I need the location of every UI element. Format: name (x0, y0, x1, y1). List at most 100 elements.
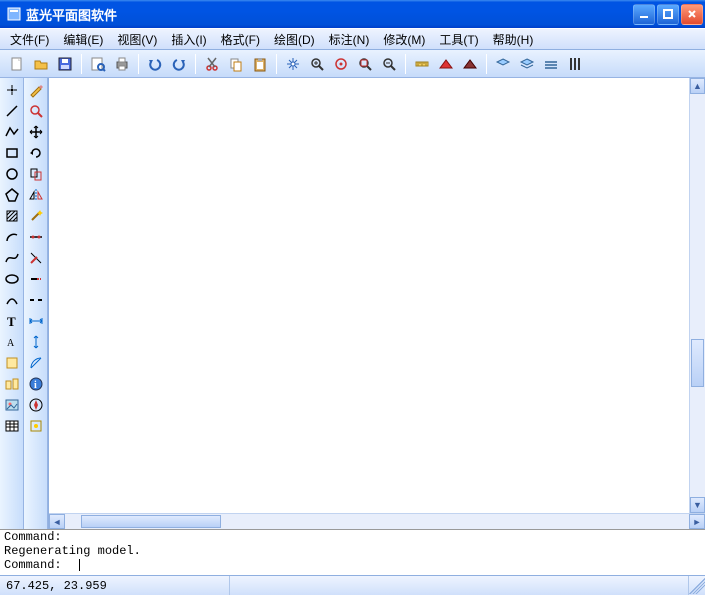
toolbar-separator (81, 54, 82, 74)
hatch-icon (4, 208, 20, 224)
move-button[interactable] (26, 122, 46, 142)
divide-button[interactable] (26, 227, 46, 247)
scroll-left-icon[interactable]: ◄ (49, 514, 65, 529)
menu-help[interactable]: 帮助(H) (487, 29, 540, 50)
point-button[interactable] (2, 80, 22, 100)
command-cursor (79, 559, 80, 571)
ellipse-icon (4, 271, 20, 287)
hscroll-thumb[interactable] (81, 515, 221, 528)
menu-edit[interactable]: 编辑(E) (57, 29, 109, 50)
copy2-button[interactable] (26, 164, 46, 184)
dim-dark-button[interactable] (459, 53, 481, 75)
paste-button[interactable] (249, 53, 271, 75)
break-button[interactable] (26, 290, 46, 310)
circle-button[interactable] (2, 164, 22, 184)
menu-view[interactable]: 视图(V) (111, 29, 163, 50)
toolbar-separator (138, 54, 139, 74)
line-button[interactable] (2, 101, 22, 121)
wand-button[interactable] (26, 206, 46, 226)
zoom-out-button[interactable] (378, 53, 400, 75)
pencil-button[interactable] (26, 80, 46, 100)
zoom-in-button[interactable] (306, 53, 328, 75)
copy-button[interactable] (225, 53, 247, 75)
image-button[interactable] (2, 395, 22, 415)
menu-tools[interactable]: 工具(T) (433, 29, 484, 50)
table-button[interactable] (2, 416, 22, 436)
horizontal-scrollbar[interactable]: ◄ ► (49, 513, 705, 529)
close-button[interactable] (681, 4, 703, 25)
vscroll-thumb[interactable] (691, 339, 704, 387)
layer2-button[interactable] (516, 53, 538, 75)
wand-icon (28, 208, 44, 224)
vertical-scrollbar[interactable]: ▲ ▼ (689, 78, 705, 513)
menu-file[interactable]: 文件(F) (4, 29, 55, 50)
menu-dim[interactable]: 标注(N) (323, 29, 376, 50)
scroll-up-icon[interactable]: ▲ (690, 78, 705, 94)
menu-draw[interactable]: 绘图(D) (268, 29, 321, 50)
maximize-button[interactable] (657, 4, 679, 25)
point-icon (4, 82, 20, 98)
rect-icon (4, 145, 20, 161)
hatch-button[interactable] (2, 206, 22, 226)
print-preview-button[interactable] (87, 53, 109, 75)
trim-icon (28, 250, 44, 266)
zoom-extents-button[interactable] (330, 53, 352, 75)
command-area[interactable]: Command: Regenerating model. Command: (0, 529, 705, 575)
new-button[interactable] (6, 53, 28, 75)
scroll-down-icon[interactable]: ▼ (690, 497, 705, 513)
spline-button[interactable] (2, 248, 22, 268)
column-button[interactable] (564, 53, 586, 75)
snap-button[interactable] (26, 416, 46, 436)
polygon-button[interactable] (2, 185, 22, 205)
compass-button[interactable] (26, 395, 46, 415)
region-button[interactable] (2, 353, 22, 373)
text-big-button[interactable]: T (2, 311, 22, 331)
rect-button[interactable] (2, 143, 22, 163)
measure-button[interactable] (411, 53, 433, 75)
menu-format[interactable]: 格式(F) (215, 29, 266, 50)
magnify-button[interactable] (26, 101, 46, 121)
region-icon (4, 355, 20, 371)
dim-red-button[interactable] (435, 53, 457, 75)
pencil-icon (28, 82, 44, 98)
arc-button[interactable] (2, 227, 22, 247)
layer3-button[interactable] (540, 53, 562, 75)
minimize-button[interactable] (633, 4, 655, 25)
resize-grip-icon[interactable] (689, 578, 705, 594)
rotate-button[interactable] (26, 143, 46, 163)
status-coordinates: 67.425, 23.959 (0, 576, 230, 595)
curve-button[interactable] (2, 290, 22, 310)
polyline-button[interactable] (2, 122, 22, 142)
text-small-button[interactable]: A (2, 332, 22, 352)
dimension-h-button[interactable] (26, 311, 46, 331)
dimension-v-button[interactable] (26, 332, 46, 352)
redo-icon (171, 56, 187, 72)
layer3-icon (543, 56, 559, 72)
trim-button[interactable] (26, 248, 46, 268)
image-icon (4, 397, 20, 413)
redo-button[interactable] (168, 53, 190, 75)
open-button[interactable] (30, 53, 52, 75)
undo-button[interactable] (144, 53, 166, 75)
command-prompt: Command: (4, 558, 62, 572)
info-button[interactable]: i (26, 374, 46, 394)
cut-button[interactable] (201, 53, 223, 75)
dimension-a-button[interactable] (26, 353, 46, 373)
ellipse-button[interactable] (2, 269, 22, 289)
zoom-window-button[interactable] (354, 53, 376, 75)
print-button[interactable] (111, 53, 133, 75)
save-button[interactable] (54, 53, 76, 75)
drawing-canvas[interactable]: ▲ ▼ (49, 78, 705, 513)
extend-button[interactable] (26, 269, 46, 289)
block-button[interactable] (2, 374, 22, 394)
text-small-icon: A (4, 334, 20, 350)
layer1-button[interactable] (492, 53, 514, 75)
mirror-button[interactable] (26, 185, 46, 205)
paste-icon (252, 56, 268, 72)
statusbar: 67.425, 23.959 (0, 575, 705, 595)
menu-insert[interactable]: 插入(I) (165, 29, 212, 50)
snap-icon (28, 418, 44, 434)
pan-button[interactable] (282, 53, 304, 75)
menu-modify[interactable]: 修改(M) (377, 29, 431, 50)
scroll-right-icon[interactable]: ► (689, 514, 705, 529)
